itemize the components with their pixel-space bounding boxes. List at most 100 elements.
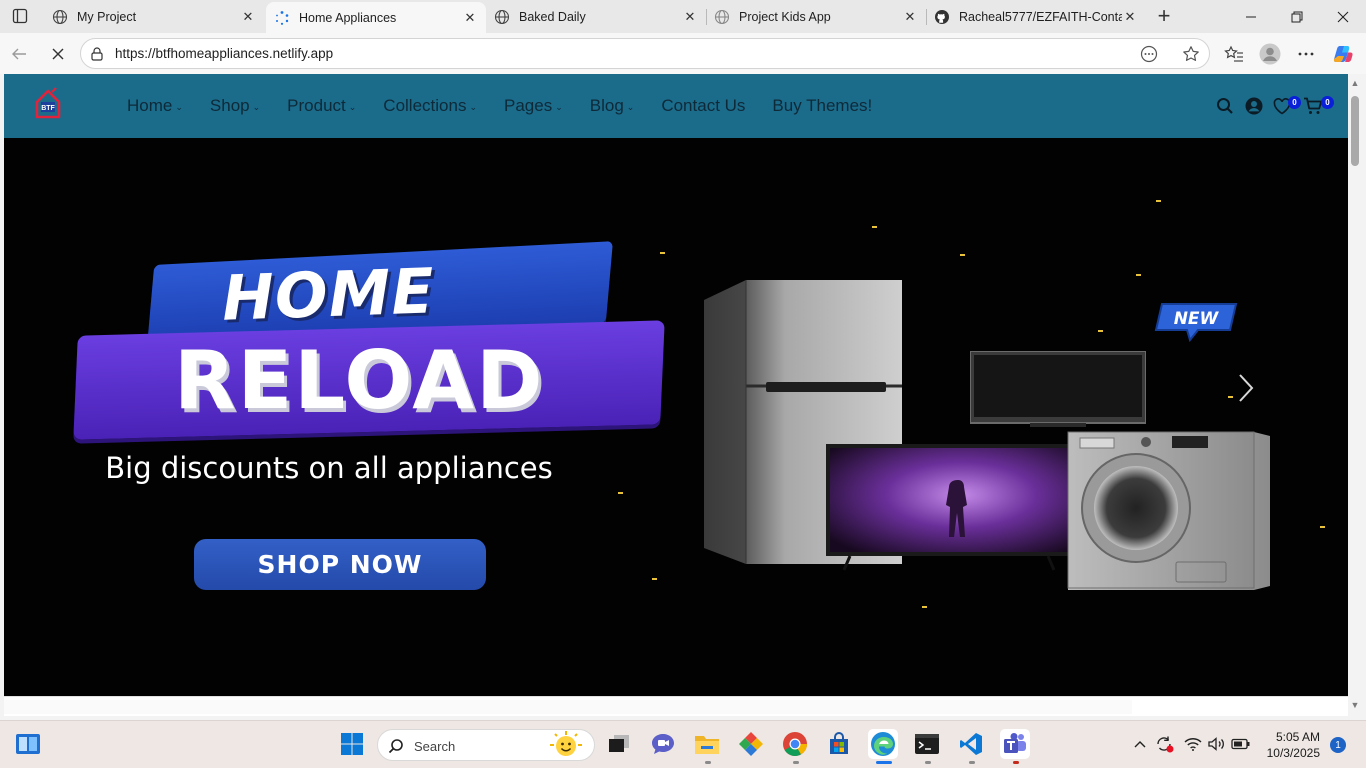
nav-label: Blog [589, 96, 624, 115]
terminal-icon[interactable] [912, 729, 942, 759]
chevron-down-icon: ⌄ [252, 102, 261, 112]
tab-project-kids-app[interactable]: Project Kids App ✕ [706, 2, 926, 31]
nav-pages[interactable]: Pages ⌄ [504, 96, 563, 116]
teams-icon[interactable] [1000, 729, 1030, 759]
globe-icon [52, 9, 68, 25]
close-window-button[interactable] [1320, 0, 1366, 33]
tab-home-appliances[interactable]: Home Appliances ✕ [266, 2, 486, 33]
confetti [1156, 200, 1161, 202]
microsoft-store-icon[interactable] [824, 729, 854, 759]
washing-machine-image [1067, 431, 1270, 590]
profile-avatar[interactable] [1257, 41, 1283, 67]
nav-contact-us[interactable]: Contact Us [661, 96, 745, 116]
minimize-button[interactable] [1228, 0, 1274, 33]
nav-blog[interactable]: Blog ⌄ [590, 96, 635, 116]
file-explorer-icon[interactable] [692, 729, 722, 759]
nav-product[interactable]: Product ⌄ [287, 96, 356, 116]
chevron-down-icon: ⌄ [469, 102, 477, 112]
nav-label: Collections [383, 96, 467, 115]
new-badge-text: NEW [1174, 309, 1220, 329]
task-view-icon[interactable] [604, 729, 634, 759]
close-icon[interactable]: ✕ [902, 9, 918, 25]
monitor-image [970, 351, 1146, 427]
chevron-down-icon: ⌄ [348, 102, 357, 112]
app-diamond-icon[interactable] [736, 729, 766, 759]
nav-home[interactable]: Home ⌄ [127, 96, 183, 116]
site-header: BTF Home ⌄ Shop ⌄ Product ⌄ Collections ⌄ Pa… [4, 74, 1348, 138]
close-icon[interactable]: ✕ [240, 9, 256, 25]
more-tools-icon[interactable] [1139, 44, 1159, 64]
search-placeholder: Search [414, 739, 456, 754]
hero-headline-main: RELOAD [174, 334, 545, 427]
battery-icon[interactable] [1229, 729, 1253, 759]
tab-actions-icon[interactable] [8, 6, 32, 26]
notification-badge[interactable]: 1 [1330, 737, 1346, 753]
start-windows-icon[interactable] [337, 729, 367, 759]
taskbar-search[interactable]: Search [377, 729, 595, 761]
tab-my-project[interactable]: My Project ✕ [44, 2, 264, 31]
system-clock[interactable]: 5:05 AM 10/3/2025 [1262, 729, 1320, 761]
cart-icon[interactable] [1303, 96, 1323, 116]
tab-title: Project Kids App [739, 9, 831, 24]
favorite-star-icon[interactable] [1181, 44, 1201, 64]
browser-toolbar [0, 33, 1366, 74]
tab-title: Baked Daily [519, 9, 586, 24]
close-icon[interactable]: ✕ [682, 9, 698, 25]
nav-label: Home [127, 96, 173, 115]
address-bar[interactable] [80, 38, 1210, 69]
running-indicator [793, 761, 799, 764]
favorites-icon[interactable] [1221, 41, 1247, 67]
settings-more-icon[interactable] [1293, 41, 1319, 67]
chrome-icon[interactable] [780, 729, 810, 759]
close-icon[interactable]: ✕ [1122, 9, 1138, 25]
nav-collections[interactable]: Collections ⌄ [383, 96, 477, 116]
tab-strip: My Project ✕ Home Appliances ✕ Baked Dai… [0, 0, 1366, 33]
wishlist-count-badge: 0 [1288, 96, 1301, 109]
chevron-down-icon: ⌄ [555, 102, 563, 112]
sync-alert-icon[interactable] [1153, 729, 1177, 759]
confetti [618, 492, 623, 494]
lock-icon[interactable] [89, 46, 105, 62]
clock-date: 10/3/2025 [1266, 746, 1320, 760]
copilot-icon[interactable] [1330, 41, 1356, 67]
chevron-down-icon: ⌄ [626, 102, 635, 112]
loading-icon [274, 10, 290, 26]
tab-github[interactable]: Racheal5777/EZFAITH-Contac ✕ [926, 2, 1146, 31]
close-icon[interactable]: ✕ [462, 10, 478, 26]
clock-time: 5:05 AM [1275, 730, 1320, 744]
show-hidden-icons-chevron-up-icon[interactable] [1128, 729, 1152, 759]
site-logo[interactable]: BTF [32, 86, 64, 122]
scroll-up-icon[interactable]: ▲ [1350, 78, 1360, 88]
stop-loading-button[interactable] [45, 41, 71, 67]
next-slide-arrow[interactable] [1234, 368, 1258, 408]
widgets-icon[interactable] [13, 729, 43, 759]
hero-slider: HOME RELOAD Big discounts on all applian… [4, 138, 1348, 696]
nav-shop[interactable]: Shop ⌄ [210, 96, 260, 116]
restore-button[interactable] [1274, 0, 1320, 33]
nav-buy-themes[interactable]: Buy Themes! [772, 96, 872, 116]
search-icon[interactable] [1215, 96, 1235, 116]
running-indicator [969, 761, 975, 764]
wifi-icon[interactable] [1181, 729, 1205, 759]
horizontal-scrollbar[interactable] [4, 700, 1132, 714]
edge-icon[interactable] [868, 729, 898, 759]
search-icon [388, 738, 404, 759]
shop-now-button[interactable]: SHOP NOW [194, 539, 486, 590]
vertical-scrollbar[interactable]: ▲ ▼ [1348, 74, 1362, 716]
scroll-down-icon[interactable]: ▼ [1350, 700, 1360, 710]
chat-icon[interactable] [648, 729, 678, 759]
confetti [652, 578, 657, 580]
volume-icon[interactable] [1205, 729, 1229, 759]
main-nav: Home ⌄ Shop ⌄ Product ⌄ Collections ⌄ Pages ⌄… [127, 96, 899, 116]
confetti [1098, 330, 1103, 332]
tab-baked-daily[interactable]: Baked Daily ✕ [486, 2, 706, 31]
attention-indicator [1013, 761, 1019, 764]
vscode-icon[interactable] [956, 729, 986, 759]
account-icon[interactable] [1244, 96, 1264, 116]
new-tab-button[interactable]: + [1153, 3, 1175, 28]
url-input[interactable] [115, 46, 1015, 61]
scrollbar-thumb[interactable] [1351, 96, 1359, 166]
page-viewport: BTF Home ⌄ Shop ⌄ Product ⌄ Collections ⌄ Pa… [4, 74, 1348, 696]
back-button[interactable] [6, 41, 32, 67]
hero-subtitle: Big discounts on all appliances [105, 451, 553, 485]
